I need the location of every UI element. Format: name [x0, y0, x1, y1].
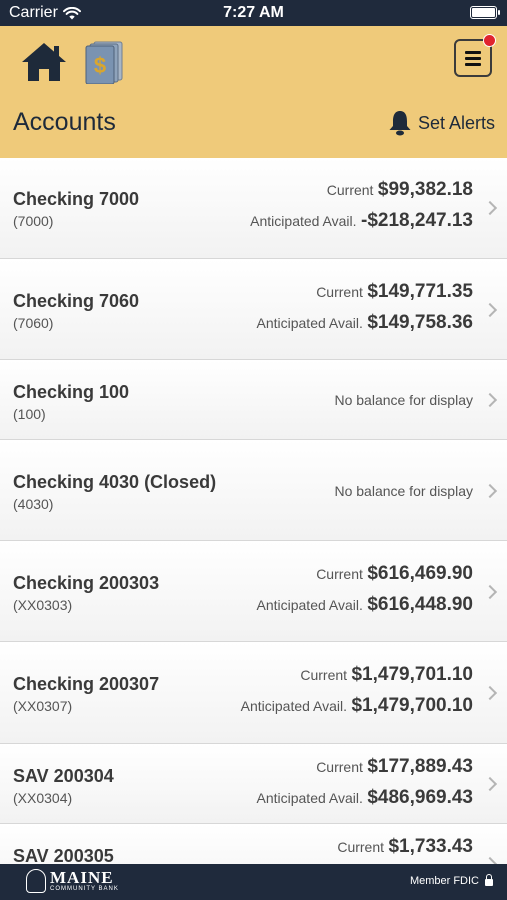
- balance-block: No balance for display: [334, 483, 473, 499]
- balance-block: Current $1,733.43: [337, 836, 473, 858]
- app-header: $ Accounts Set Alerts: [0, 26, 507, 158]
- menu-icon: [465, 51, 481, 69]
- balance-block: Current $616,469.90 Anticipated Avail. $…: [257, 563, 474, 616]
- bank-logo-text: MAINE COMMUNITY BANK: [50, 867, 119, 893]
- account-number: (4030): [13, 496, 54, 512]
- set-alerts-label: Set Alerts: [417, 112, 495, 133]
- chevron-right-icon: [482, 392, 498, 408]
- account-row[interactable]: Checking 7000 (7000) Current $99,382.18 …: [0, 158, 507, 259]
- set-alerts-button[interactable]: Set Alerts: [388, 110, 495, 136]
- chevron-right-icon: [482, 302, 498, 318]
- accounts-list: Checking 7000 (7000) Current $99,382.18 …: [0, 158, 507, 864]
- account-number: (XX0307): [13, 698, 73, 714]
- chevron-right-icon: [482, 856, 498, 864]
- account-row[interactable]: SAV 200304 (XX0304) Current $177,889.43 …: [0, 744, 507, 824]
- account-number: (7060): [13, 315, 54, 331]
- no-balance-text: No balance for display: [334, 392, 473, 408]
- account-number: (XX0303): [13, 597, 73, 613]
- anticipated-balance: Anticipated Avail. $1,479,700.10: [240, 695, 473, 716]
- account-row[interactable]: Checking 100 (100) No balance for displa…: [0, 360, 507, 440]
- account-row[interactable]: Checking 200307 (XX0307) Current $1,479,…: [0, 642, 507, 744]
- account-name: Checking 200303: [13, 573, 160, 593]
- menu-button[interactable]: [454, 34, 496, 77]
- page-title: Accounts: [13, 108, 116, 136]
- chevron-right-icon: [482, 776, 498, 792]
- current-balance: Current $99,382.18: [326, 179, 473, 200]
- status-bar: Carrier 7:27 AM: [0, 0, 507, 26]
- chevron-right-icon: [482, 483, 498, 499]
- account-row[interactable]: SAV 200305 Current $1,733.43: [0, 824, 507, 864]
- clock: 7:27 AM: [223, 4, 284, 21]
- account-name: Checking 100: [13, 382, 130, 402]
- chevron-right-icon: [482, 584, 498, 600]
- bank-logo-icon: [26, 869, 46, 893]
- home-icon: [22, 43, 66, 81]
- anticipated-balance: Anticipated Avail. $149,758.36: [256, 312, 474, 333]
- bank-logo-sub: COMMUNITY BANK: [50, 885, 119, 892]
- chevron-right-icon: [482, 200, 498, 216]
- account-number: (XX0304): [13, 790, 73, 806]
- chevron-right-icon: [482, 685, 498, 701]
- current-balance: Current $177,889.43: [316, 756, 473, 777]
- account-name: Checking 200307: [13, 674, 160, 694]
- svg-text:$: $: [94, 53, 106, 78]
- account-number: (7000): [13, 213, 54, 229]
- account-number: (100): [13, 406, 46, 422]
- anticipated-balance: Anticipated Avail. $486,969.43: [256, 787, 474, 808]
- footer-bar: MAINE COMMUNITY BANK Member FDIC: [0, 864, 507, 900]
- member-fdic: Member FDIC: [409, 874, 493, 887]
- current-balance: Current $149,771.35: [316, 281, 473, 302]
- account-name: SAV 200305: [13, 846, 114, 864]
- account-row[interactable]: Checking 200303 (XX0303) Current $616,46…: [0, 541, 507, 642]
- current-balance: Current $1,733.43: [337, 836, 473, 857]
- bell-icon: [389, 111, 411, 136]
- notification-dot: [483, 34, 496, 47]
- no-balance-text: No balance for display: [334, 483, 473, 499]
- current-balance: Current $1,479,701.10: [300, 664, 473, 685]
- member-fdic-label: Member FDIC: [409, 875, 479, 887]
- account-name: Checking 7000: [13, 189, 140, 209]
- transfers-button[interactable]: $: [84, 40, 124, 85]
- balance-block: Current $99,382.18 Anticipated Avail. -$…: [250, 179, 473, 232]
- balance-block: Current $1,479,701.10 Anticipated Avail.…: [241, 664, 473, 717]
- balance-block: Current $177,889.43 Anticipated Avail. $…: [257, 756, 474, 809]
- account-name: SAV 200304: [13, 766, 114, 786]
- account-row[interactable]: Checking 7060 (7060) Current $149,771.35…: [0, 259, 507, 360]
- bank-logo: MAINE COMMUNITY BANK: [26, 869, 119, 893]
- money-icon: $: [85, 41, 123, 85]
- battery-icon: [470, 6, 500, 19]
- anticipated-balance: Anticipated Avail. $616,448.90: [256, 594, 474, 615]
- account-row[interactable]: Checking 4030 (Closed) (4030) No balance…: [0, 440, 507, 541]
- current-balance: Current $616,469.90: [316, 563, 473, 584]
- bank-logo-name: MAINE: [50, 867, 114, 887]
- account-name: Checking 4030 (Closed): [13, 472, 217, 492]
- account-name: Checking 7060: [13, 291, 140, 311]
- balance-block: Current $149,771.35 Anticipated Avail. $…: [257, 281, 474, 334]
- anticipated-balance: Anticipated Avail. -$218,247.13: [250, 210, 473, 231]
- home-button[interactable]: [20, 40, 68, 84]
- balance-block: No balance for display: [334, 392, 473, 408]
- lock-icon: [485, 874, 493, 886]
